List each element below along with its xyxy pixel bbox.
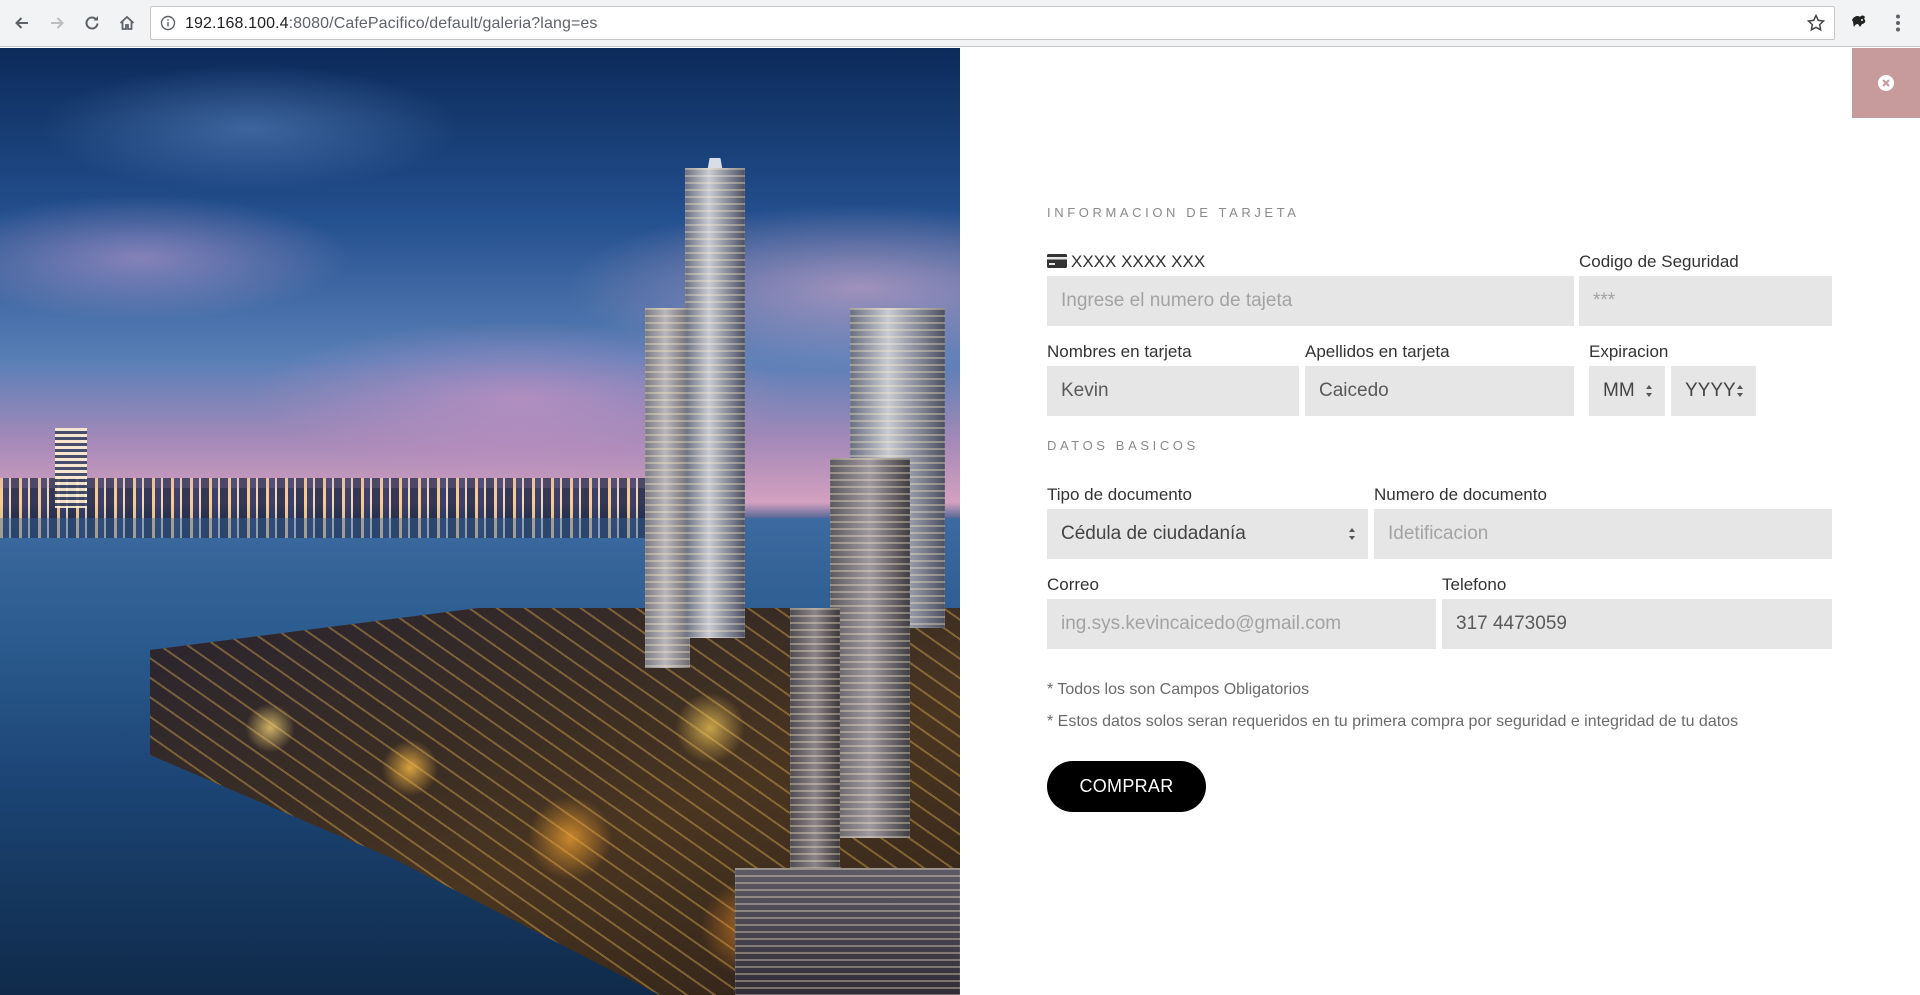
home-button[interactable]: [114, 10, 140, 36]
security-code-input[interactable]: [1579, 276, 1832, 326]
security-code-label: Codigo de Seguridad: [1579, 252, 1739, 271]
browser-toolbar: 192.168.100.4:8080/CafePacifico/default/…: [0, 0, 1920, 47]
doc-type-select[interactable]: Cédula de ciudadanía: [1047, 509, 1368, 559]
required-note: * Todos los son Campos Obligatorios: [1047, 681, 1310, 698]
first-names-input[interactable]: [1047, 366, 1299, 416]
back-arrow-icon: [15, 17, 28, 29]
doc-type-value: Cédula de ciudadanía: [1061, 523, 1246, 544]
info-icon[interactable]: [160, 15, 176, 31]
email-input[interactable]: [1047, 599, 1436, 649]
menu-dots-icon[interactable]: [1887, 12, 1909, 34]
phone-input[interactable]: [1442, 599, 1832, 649]
url-path: :8080/CafePacifico/default/galeria?lang=…: [288, 15, 598, 32]
last-names-label: Apellidos en tarjeta: [1305, 342, 1450, 361]
card-number-label: XXXX XXXX XXX: [1047, 252, 1205, 272]
extension-icon[interactable]: [1848, 12, 1870, 34]
doc-number-input[interactable]: [1374, 509, 1832, 559]
left-tower: [55, 428, 87, 508]
city-night-photo: [0, 48, 960, 995]
buy-button[interactable]: COMPRAR: [1047, 761, 1206, 812]
first-purchase-note: * Estos datos solos seran requeridos en …: [1047, 713, 1739, 730]
reload-icon: [85, 16, 99, 30]
far-skyline-reflection: [0, 488, 700, 538]
back-button[interactable]: [9, 10, 35, 36]
doc-number-label: Numero de documento: [1374, 485, 1547, 504]
expiration-month-select[interactable]: MM: [1589, 366, 1665, 416]
forward-arrow-icon: [51, 17, 64, 29]
card-number-input[interactable]: [1047, 276, 1574, 326]
expiration-label: Expiracion: [1589, 342, 1669, 361]
email-label: Correo: [1047, 575, 1099, 594]
select-arrows-icon: [1349, 528, 1355, 540]
expiration-year-select[interactable]: YYYY: [1671, 366, 1756, 416]
expiration-year-value: YYYY: [1685, 380, 1736, 401]
doc-type-label: Tipo de documento: [1047, 485, 1192, 504]
credit-card-icon: [1047, 254, 1067, 268]
phone-label: Telefono: [1442, 575, 1507, 594]
tower-medium: [645, 308, 690, 668]
card-section-title: INFORMACION DE TARJETA: [1047, 205, 1300, 220]
url-text: 192.168.100.4:8080/CafePacifico/default/…: [185, 15, 597, 33]
home-icon: [119, 15, 135, 30]
rooftop-foreground: [735, 868, 960, 995]
basic-section-title: DATOS BASICOS: [1047, 438, 1199, 453]
tower-low: [790, 608, 840, 888]
address-bar[interactable]: 192.168.100.4:8080/CafePacifico/default/…: [150, 6, 1835, 40]
reload-button[interactable]: [79, 10, 105, 36]
close-icon: [1878, 75, 1894, 91]
star-icon[interactable]: [1806, 13, 1826, 33]
last-names-input[interactable]: [1305, 366, 1574, 416]
url-host: 192.168.100.4: [185, 15, 289, 32]
first-names-label: Nombres en tarjeta: [1047, 342, 1192, 361]
expiration-month-value: MM: [1603, 380, 1635, 401]
forward-button[interactable]: [44, 10, 70, 36]
tower-front: [830, 458, 910, 838]
select-arrows-icon: [1737, 385, 1743, 397]
select-arrows-icon: [1646, 385, 1652, 397]
close-button[interactable]: [1852, 48, 1920, 118]
tower-tallest: [685, 168, 745, 638]
card-number-label-text: XXXX XXXX XXX: [1071, 252, 1206, 271]
